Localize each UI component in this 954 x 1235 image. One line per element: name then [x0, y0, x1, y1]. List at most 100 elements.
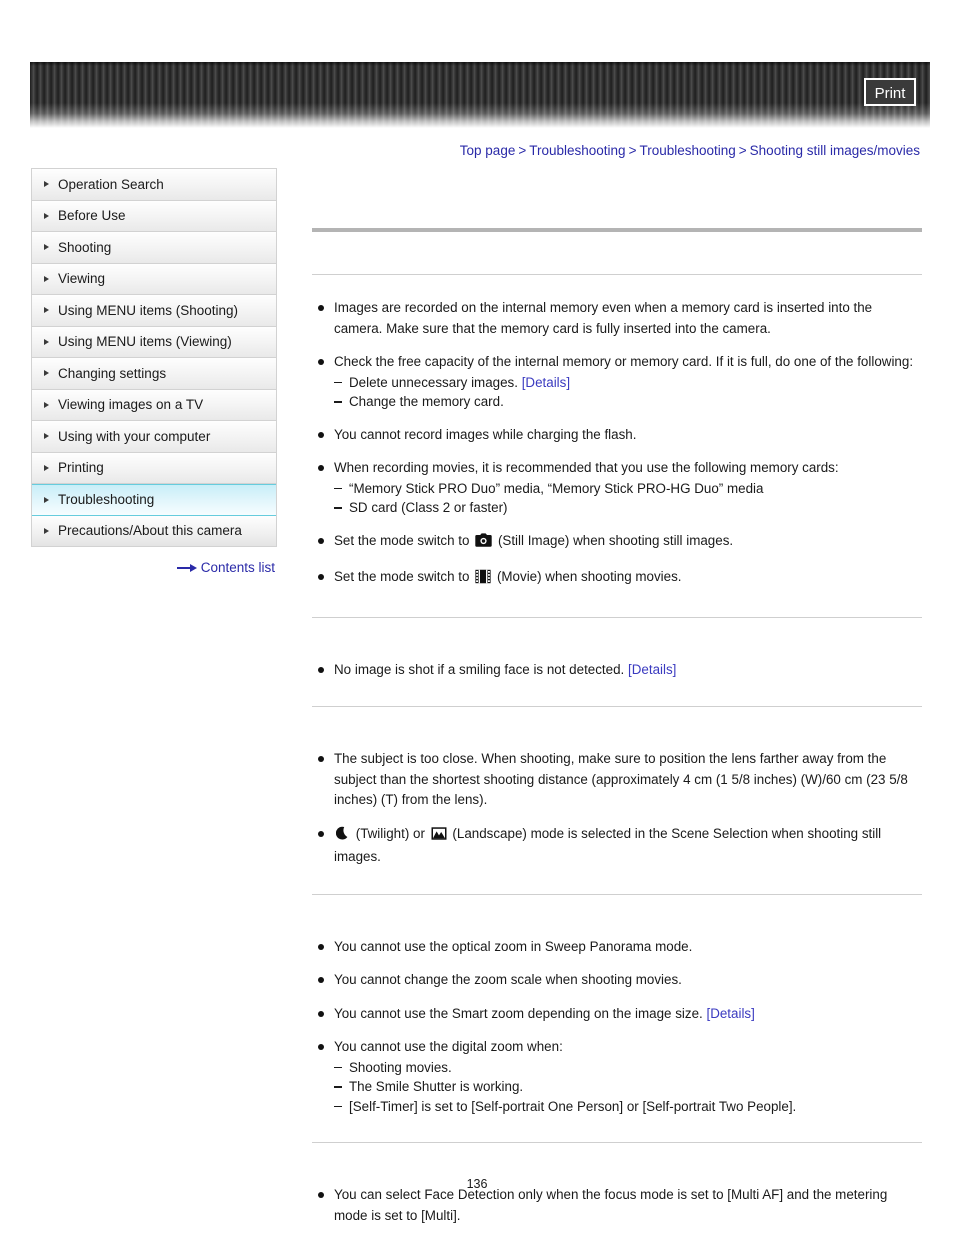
list-item-text: The subject is too close. When shooting,…: [334, 751, 908, 807]
sidebar-item-viewing-images-on-a-tv[interactable]: Viewing images on a TV: [32, 389, 276, 421]
sidebar-item-label: Printing: [58, 460, 104, 476]
list-item-text: Images are recorded on the internal memo…: [334, 300, 873, 336]
sidebar-item-label: Using MENU items (Viewing): [58, 334, 232, 350]
arrow-right-icon: [176, 561, 197, 576]
sub-list-item: Shooting movies.: [334, 1058, 922, 1078]
chevron-right-icon: [44, 244, 49, 251]
list-item: You cannot use the digital zoom when: Sh…: [312, 1037, 922, 1116]
sidebar-item-changing-settings[interactable]: Changing settings: [32, 358, 276, 390]
breadcrumb-item-troubleshooting-1[interactable]: Troubleshooting: [529, 143, 625, 158]
list-item-text: You can select Face Detection only when …: [334, 1187, 888, 1223]
sub-list-item-text: “Memory Stick PRO Duo” media, “Memory St…: [349, 480, 764, 496]
sidebar-item-printing[interactable]: Printing: [32, 452, 276, 484]
bullet-icon: [318, 943, 324, 950]
bullet-icon: [318, 666, 324, 673]
list-item-text: You cannot record images while charging …: [334, 426, 637, 442]
chevron-right-icon: [44, 433, 49, 440]
sidebar-item-label: Viewing: [58, 271, 106, 287]
list-item-text: You cannot change the zoom scale when sh…: [334, 972, 682, 987]
sidebar-item-label: Using with your computer: [58, 428, 211, 444]
sidebar-item-before-use[interactable]: Before Use: [32, 200, 276, 232]
section-zoom: You cannot use the optical zoom in Sweep…: [312, 893, 922, 1143]
contents-list-label: Contents list: [200, 560, 275, 575]
print-button[interactable]: Print: [864, 78, 916, 106]
chevron-right-icon: [44, 212, 49, 219]
main-content: Images are recorded on the internal memo…: [312, 180, 922, 1226]
sub-list-item-text: Shooting movies.: [349, 1059, 452, 1075]
twilight-moon-icon: [335, 826, 350, 848]
list-item-text-after: (Still Image) when shooting still images…: [497, 532, 734, 548]
dash-icon: [334, 487, 342, 490]
details-link[interactable]: [Details]: [522, 375, 570, 390]
sidebar-item-precautions-about-this-camera[interactable]: Precautions/About this camera: [32, 515, 276, 547]
list-item: The subject is too close. When shooting,…: [312, 749, 922, 811]
sidebar-item-using-menu-items-viewing[interactable]: Using MENU items (Viewing): [32, 326, 276, 358]
dash-icon: [334, 1086, 342, 1088]
sidebar-item-using-with-your-computer[interactable]: Using with your computer: [32, 421, 276, 453]
sub-list-item-text: Change the memory card.: [349, 394, 504, 409]
list-item: You cannot use the Smart zoom depending …: [312, 1004, 922, 1025]
sub-list: Delete unnecessary images. [Details] Cha…: [334, 373, 922, 412]
page-title: [312, 180, 922, 228]
chevron-right-icon: [44, 527, 49, 534]
sidebar-item-label: Changing settings: [58, 365, 167, 381]
sub-list-item: SD card (Class 2 or faster): [334, 498, 922, 518]
sidebar-item-troubleshooting[interactable]: Troubleshooting: [32, 484, 276, 516]
section-heading: [312, 707, 922, 749]
dash-icon: [334, 381, 342, 384]
list-item: You cannot record images while charging …: [312, 425, 922, 446]
breadcrumb-item-troubleshooting-2[interactable]: Troubleshooting: [639, 143, 735, 158]
list-item: Set the mode switch to (Still Image) whe…: [312, 531, 922, 555]
bullet-icon: [318, 756, 324, 762]
movie-filmstrip-icon: [475, 569, 491, 591]
list-item: You cannot use the optical zoom in Sweep…: [312, 937, 922, 958]
bullet-list: You cannot use the optical zoom in Sweep…: [312, 937, 922, 1117]
sidebar-item-operation-search[interactable]: Operation Search: [32, 169, 276, 201]
sub-list-item-text: Delete unnecessary images.: [349, 374, 518, 390]
list-item: Set the mode switch to (Movie) when shoo…: [312, 567, 922, 591]
sidebar-item-shooting[interactable]: Shooting: [32, 232, 276, 264]
section-out-of-focus: The subject is too close. When shooting,…: [312, 706, 922, 894]
sub-list-item: [Self-Timer] is set to [Self-portrait On…: [334, 1097, 922, 1117]
bullet-icon: [318, 830, 324, 837]
chevron-right-icon: [44, 338, 49, 345]
list-item-text: Check the free capacity of the internal …: [334, 354, 914, 369]
section-heading: [312, 618, 922, 660]
sidebar-item-label: Precautions/About this camera: [58, 523, 242, 539]
bullet-icon: [318, 359, 324, 365]
bullet-list: No image is shot if a smiling face is no…: [312, 660, 922, 681]
details-link[interactable]: [Details]: [628, 662, 676, 677]
sub-list-item: “Memory Stick PRO Duo” media, “Memory St…: [334, 479, 922, 499]
breadcrumb-separator: >: [738, 143, 747, 158]
chevron-right-icon: [44, 464, 49, 471]
sidebar-item-viewing[interactable]: Viewing: [32, 263, 276, 295]
dash-icon: [334, 1105, 342, 1108]
list-item: You can select Face Detection only when …: [312, 1185, 922, 1226]
breadcrumb-item-shooting-still-images-movies[interactable]: Shooting still images/movies: [750, 143, 920, 158]
breadcrumb: Top page > Troubleshooting > Troubleshooting…: [460, 143, 920, 158]
section-cannot-record-images: Images are recorded on the internal memo…: [312, 232, 922, 617]
chevron-right-icon: [44, 307, 49, 314]
sub-list: Shooting movies. The Smile Shutter is wo…: [334, 1058, 922, 1117]
sidebar-item-using-menu-items-shooting[interactable]: Using MENU items (Shooting): [32, 295, 276, 327]
breadcrumb-item-top-page[interactable]: Top page: [460, 143, 516, 158]
contents-list-link[interactable]: Contents list: [31, 560, 277, 576]
bullet-list: Images are recorded on the internal memo…: [312, 298, 922, 591]
list-item: You cannot change the zoom scale when sh…: [312, 970, 922, 991]
section-heading: [312, 232, 922, 274]
chevron-right-icon: [44, 496, 49, 503]
list-item: No image is shot if a smiling face is no…: [312, 660, 922, 681]
sub-list-item-text: SD card (Class 2 or faster): [349, 500, 508, 515]
list-item-text: No image is shot if a smiling face is no…: [334, 661, 625, 677]
bullet-icon: [318, 431, 324, 438]
sub-list-item-text: [Self-Timer] is set to [Self-portrait On…: [349, 1098, 797, 1114]
sidebar-item-label: Viewing images on a TV: [58, 397, 204, 413]
details-link[interactable]: [Details]: [706, 1006, 754, 1021]
list-item-text: Set the mode switch to: [334, 569, 470, 584]
banner-top-shading: [30, 62, 930, 66]
dash-icon: [334, 1066, 342, 1069]
chevron-right-icon: [44, 370, 49, 377]
sub-list-item: Delete unnecessary images. [Details]: [334, 373, 922, 393]
